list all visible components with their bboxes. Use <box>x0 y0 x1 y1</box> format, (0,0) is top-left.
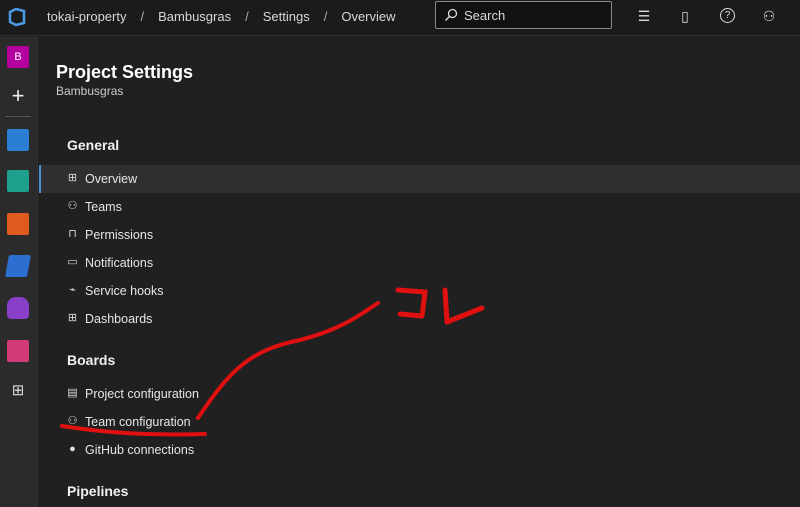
breadcrumb: tokai-property / Bambusgras / Settings / Ov… <box>47 9 396 24</box>
extensions-grid-icon[interactable]: ⊞ <box>7 380 29 402</box>
overview-icon: ⊞ <box>67 172 78 184</box>
nav-label: Notifications <box>85 256 154 270</box>
breadcrumb-org[interactable]: tokai-property <box>47 9 126 24</box>
breadcrumb-separator: / <box>323 9 328 24</box>
user-settings-icon[interactable]: ⚇ <box>761 8 777 24</box>
github-icon: ● <box>69 443 76 455</box>
repos-icon[interactable] <box>7 213 29 235</box>
nav-label: Service hooks <box>85 284 164 298</box>
pipelines-icon[interactable] <box>5 255 31 277</box>
teams-icon: ⚇ <box>67 200 78 212</box>
top-bar: tokai-property / Bambusgras / Settings / Ov… <box>0 0 800 36</box>
nav-dashboards[interactable]: ⊞ Dashboards <box>39 305 800 333</box>
nav-label: GitHub connections <box>85 443 195 457</box>
plug-icon: ⌁ <box>69 284 76 296</box>
list-icon[interactable]: ☰ <box>636 8 652 24</box>
lock-icon: ⊓ <box>68 228 77 240</box>
page-title: Project Settings <box>56 62 194 82</box>
team-config-icon: ⚇ <box>67 415 78 427</box>
nav-overview[interactable]: ⊞ Overview <box>39 165 800 193</box>
nav-project-configuration[interactable]: ▤ Project configuration <box>39 380 800 408</box>
test-plans-icon[interactable] <box>7 297 29 319</box>
project-config-icon: ▤ <box>67 387 78 399</box>
divider <box>5 116 31 117</box>
help-icon[interactable]: ? <box>720 8 735 23</box>
nav-rail: B + ⊞ <box>0 37 38 507</box>
search-placeholder: Search <box>464 8 506 23</box>
plus-icon[interactable]: + <box>7 85 29 108</box>
overview-app-icon[interactable] <box>7 129 29 151</box>
nav-label: Permissions <box>85 228 154 242</box>
nav-service-hooks[interactable]: ⌁ Service hooks <box>39 277 800 305</box>
boards-icon[interactable] <box>7 170 29 192</box>
settings-panel: Project Settings Bambusgras General ⊞ Ove… <box>39 37 800 507</box>
azure-devops-logo[interactable] <box>7 7 27 27</box>
nav-teams[interactable]: ⚇ Teams <box>39 193 800 221</box>
nav-label: Teams <box>85 200 122 214</box>
nav-label: Overview <box>85 172 138 186</box>
breadcrumb-overview[interactable]: Overview <box>341 9 395 24</box>
nav-label: Team configuration <box>85 415 191 429</box>
nav-permissions[interactable]: ⊓ Permissions <box>39 221 800 249</box>
breadcrumb-separator: / <box>140 9 145 24</box>
section-boards: Boards <box>67 352 116 368</box>
shopping-bag-icon[interactable]: ▯ <box>677 8 693 24</box>
breadcrumb-project[interactable]: Bambusgras <box>158 9 231 24</box>
section-pipelines: Pipelines <box>67 483 129 499</box>
nav-team-configuration[interactable]: ⚇ Team configuration <box>39 408 800 436</box>
nav-label: Project configuration <box>85 387 199 401</box>
project-avatar[interactable]: B <box>7 46 29 68</box>
notification-icon: ▭ <box>67 256 78 268</box>
search-input[interactable]: Search <box>435 1 612 29</box>
section-general: General <box>67 137 120 153</box>
dashboard-icon: ⊞ <box>67 312 78 324</box>
nav-notifications[interactable]: ▭ Notifications <box>39 249 800 277</box>
breadcrumb-separator: / <box>245 9 249 24</box>
nav-label: Dashboards <box>85 312 153 326</box>
breadcrumb-settings[interactable]: Settings <box>263 9 310 24</box>
nav-github-connections[interactable]: ● GitHub connections <box>39 436 800 464</box>
search-icon <box>445 8 458 21</box>
page-subtitle: Bambusgras <box>56 84 124 98</box>
artifacts-icon[interactable] <box>7 340 29 362</box>
